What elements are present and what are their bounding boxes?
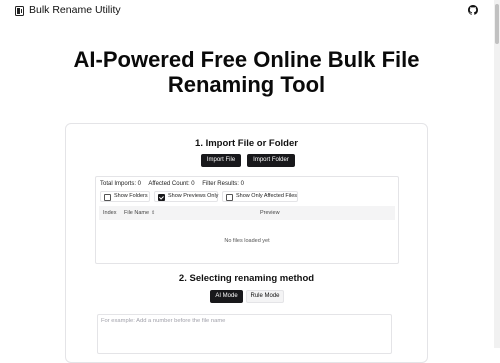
show-folders-label: Show Folders (114, 193, 148, 199)
import-stats: Total Imports: 0 Affected Count: 0 Filte… (100, 181, 250, 187)
show-only-affected-toggle[interactable]: Show Only Affected Files (222, 191, 298, 202)
file-name-column-header[interactable]: File Name ⇕ (124, 206, 155, 220)
page-title-line-2: Renaming Tool (167, 72, 326, 97)
show-previews-only-label: Show Previews Only (168, 193, 219, 199)
app-title[interactable]: Bulk Rename Utility (29, 4, 121, 16)
navbar: Bulk Rename Utility (0, 0, 493, 22)
empty-table-message: No files loaded yet (224, 238, 270, 244)
show-only-affected-label: Show Only Affected Files (236, 193, 298, 199)
import-folder-button[interactable]: Import Folder (247, 154, 295, 167)
github-icon[interactable] (468, 5, 478, 15)
show-folders-toggle[interactable]: Show Folders (100, 191, 150, 202)
import-section-title: 1. Import File or Folder (195, 138, 298, 149)
page-scrollbar[interactable] (494, 0, 500, 348)
page-title-line-1: AI-Powered Free Online Bulk File (73, 47, 420, 72)
scrollbar-thumb[interactable] (495, 4, 499, 44)
checkbox-icon[interactable] (104, 194, 111, 201)
table-header: Index File Name ⇕ Preview (99, 206, 395, 220)
preview-column-header: Preview (260, 210, 280, 216)
checkbox-checked-icon[interactable] (158, 194, 165, 201)
show-previews-only-toggle[interactable]: Show Previews Only (154, 191, 218, 202)
import-file-button[interactable]: Import File (201, 154, 241, 167)
checkbox-icon[interactable] (226, 194, 233, 201)
rule-mode-button[interactable]: Rule Mode (246, 290, 284, 303)
page-title: AI-Powered Free Online Bulk File Renamin… (0, 47, 493, 97)
file-rename-icon (15, 6, 24, 16)
ai-mode-button[interactable]: AI Mode (210, 290, 243, 303)
main-card: 1. Import File or Folder Import File Imp… (65, 123, 428, 363)
file-name-header-label: File Name (124, 210, 150, 216)
total-imports-stat: Total Imports: 0 (100, 181, 142, 187)
file-list-panel: Total Imports: 0 Affected Count: 0 Filte… (95, 176, 399, 264)
sort-icon[interactable]: ⇕ (151, 206, 155, 220)
index-column-header: Index (103, 210, 117, 216)
filter-results-stat: Filter Results: 0 (202, 181, 244, 187)
affected-count-stat: Affected Count: 0 (148, 181, 195, 187)
method-section-title: 2. Selecting renaming method (178, 273, 315, 284)
renaming-prompt-input[interactable]: For example: Add a number before the fil… (97, 314, 392, 354)
